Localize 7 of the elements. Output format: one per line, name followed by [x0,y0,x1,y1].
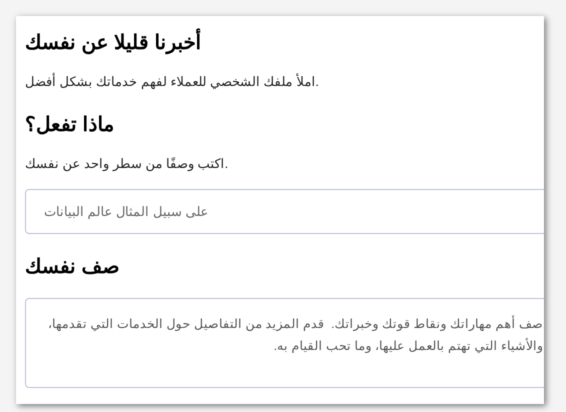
section-description: املأ ملفك الشخصي للعملاء لفهم خدماتك بشكل أفضل. [25,72,320,92]
section-heading: صف نفسك [25,255,121,280]
section-heading: أخبرنا قليلا عن نفسك [25,28,534,58]
description-textarea[interactable]: صف أهم مهاراتك ونقاط قوتك وخبراتك. قدم المزيد من التفاصيل حول الخدمات التي تقدمها، والأشياء التي تهتم بالعمل عليها، وما تحب القيام به. [25,298,544,388]
section-heading: ماذا تفعل؟ [25,112,116,138]
input-field[interactable]: على سبيل المثال عالم البيانات [25,189,544,234]
section-description: اكتب وصفًا من سطر واحد عن نفسك. [25,154,230,173]
